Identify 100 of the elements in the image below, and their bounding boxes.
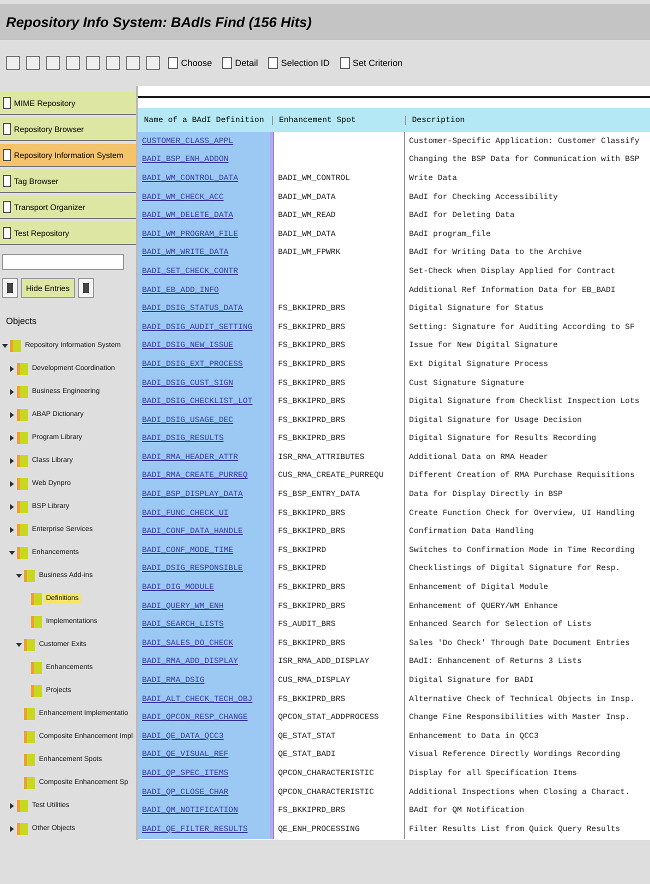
table-cell: Data for Display Directly in BSP	[409, 490, 563, 500]
folder-icon	[24, 638, 35, 650]
table-cell: FS_BKKIPRD_BRS	[278, 638, 346, 648]
table-cell: FS_BKKIPRD	[278, 564, 326, 574]
folder-icon	[17, 386, 28, 398]
table-cell: Digital Signature for Results Recording	[409, 434, 596, 444]
folder-icon	[31, 684, 42, 696]
table-cell: BAdI program_file	[409, 230, 491, 239]
table-cell: FS_BKKIPRD_BRS	[278, 602, 346, 611]
toolbar-icon[interactable]	[66, 56, 80, 70]
table-cell: Setting: Signature for Auditing According to SF	[409, 322, 635, 332]
table-cell: QE_STAT_BADI	[278, 750, 336, 760]
toolbar-button[interactable]: Selection ID	[266, 55, 332, 71]
folder-icon	[24, 708, 35, 720]
table-cell: Checklistings of Digital Signature for Resp.	[409, 564, 620, 574]
table-cell: BAdI for Writing Data to the Archive	[409, 248, 582, 258]
toolbar-icon[interactable]	[26, 56, 40, 70]
table-cell: QPCON_STAT_ADDPROCESS	[278, 713, 379, 722]
table-cell: Enhancement of Digital Module	[409, 583, 548, 592]
table-cell: Changing the BSP Data for Communication with BSP	[409, 155, 640, 164]
toolbar-icon[interactable]	[146, 56, 160, 70]
toolbar-icon[interactable]	[86, 56, 100, 70]
table-cell: FS_BKKIPRD_BRS	[278, 583, 346, 592]
table-cell: CUS_RMA_CREATE_PURREQU	[278, 471, 384, 480]
table-cell: QPCON_CHARACTERISTIC	[278, 768, 374, 778]
table-cell: Additional Ref Information Data for EB_BADI	[409, 286, 616, 295]
toolbar-icon[interactable]	[46, 56, 60, 70]
table-cell: BADI_WM_FPWRK	[278, 248, 340, 258]
folder-icon	[17, 454, 28, 466]
table-cell: FS_BKKIPRD_BRS	[278, 341, 346, 350]
folder-icon	[17, 800, 28, 812]
table-cell: BADI_WM_CONTROL	[278, 174, 350, 183]
table-cell: Alternative Check of Technical Objects in Insp.	[409, 694, 635, 704]
toolbar-button[interactable]: Choose	[166, 55, 214, 71]
table-cell: ISR_RMA_ADD_DISPLAY	[278, 657, 370, 666]
folder-icon	[24, 570, 35, 582]
table-cell: Filter Results List from Quick Query Results	[409, 824, 620, 834]
table-cell: Visual Reference Directly Wordings Recording	[409, 750, 620, 760]
folder-icon	[24, 776, 35, 788]
table-cell: Additional Inspections when Closing a Charact.	[409, 788, 630, 797]
table-cell: Enhancement to Data in QCC3	[409, 732, 539, 741]
table-cell: FS_BKKIPRD_BRS	[278, 322, 346, 332]
input-field[interactable]	[2, 254, 124, 270]
table-cell: FS_BKKIPRD_BRS	[278, 397, 346, 406]
filter-button[interactable]: Hide Entries	[21, 278, 75, 298]
down-button[interactable]	[78, 278, 94, 298]
folder-icon	[17, 362, 28, 374]
table-cell: FS_AUDIT_BRS	[278, 620, 336, 630]
table-cell: Create Function Check for Overview, UI Handling	[409, 508, 635, 518]
table-cell: BADI_WM_DATA	[278, 230, 336, 239]
up-down-button[interactable]	[2, 278, 18, 298]
table-cell: FS_BKKIPRD_BRS	[278, 416, 346, 425]
folder-icon	[17, 546, 28, 558]
column-header[interactable]: Description	[405, 116, 650, 124]
folder-icon	[17, 432, 28, 444]
folder-icon	[17, 478, 28, 490]
table-cell: Switches to Confirmation Mode in Time Recording	[409, 546, 635, 555]
folder-icon	[17, 500, 28, 512]
folder-icon	[10, 340, 21, 352]
table-cell: Cust Signature Signature	[409, 378, 524, 388]
table-cell: BADI_WM_READ	[278, 211, 336, 220]
table-cell: BAdI: Enhancement of Returns 3 Lists	[409, 657, 582, 666]
folder-icon	[24, 730, 35, 742]
column-header[interactable]: Name of a BAdI Definition	[138, 116, 272, 124]
table-cell: BAdI for Checking Accessibility	[409, 192, 558, 202]
navigation-item[interactable]: Repository Information System	[0, 144, 136, 167]
table-cell: QPCON_CHARACTERISTIC	[278, 788, 374, 797]
toolbar-icon[interactable]	[106, 56, 120, 70]
toolbar-icon[interactable]	[126, 56, 140, 70]
table-cell: QE_STAT_STAT	[278, 732, 336, 741]
table-cell: Ext Digital Signature Process	[409, 360, 548, 369]
table-cell: FS_BKKIPRD_BRS	[278, 378, 346, 388]
folder-icon	[17, 408, 28, 420]
table-cell: Write Data	[409, 174, 458, 183]
navigation-item[interactable]: Test Repository	[0, 222, 136, 245]
window-title: Repository Info System: BAdIs Find (156 Hits)	[6, 14, 312, 30]
navigation-item[interactable]: Repository Browser	[0, 118, 136, 141]
table-cell: Additional Data on RMA Header	[409, 452, 548, 462]
navigation-item[interactable]: MIME Repository	[0, 92, 136, 115]
table-cell: Confirmation Data Handling	[409, 527, 534, 536]
folder-icon	[24, 754, 35, 766]
table-cell: Set-Check when Display Applied for Contract	[409, 266, 616, 276]
navigation-item[interactable]: Transport Organizer	[0, 196, 136, 219]
table-cell: Digital Signature from Checklist Inspection Lots	[409, 397, 640, 406]
folder-icon	[17, 822, 28, 834]
toolbar-button[interactable]: Detail	[220, 55, 260, 71]
table-cell: ISR_RMA_ATTRIBUTES	[278, 452, 364, 462]
toolbar-button[interactable]: Set Criterion	[338, 55, 405, 71]
table-cell: FS_BSP_ENTRY_DATA	[278, 490, 360, 500]
table-cell: Enhancement of QUERY/WM Enhance	[409, 602, 558, 611]
column-header[interactable]: Enhancement Spot	[272, 116, 405, 124]
table-cell: BAdI for QM Notification	[409, 806, 524, 816]
table-cell: BADI_WM_DATA	[278, 192, 336, 202]
table-cell: FS_BKKIPRD_BRS	[278, 360, 346, 369]
table-cell: BAdI for Deleting Data	[409, 211, 515, 220]
navigation-item[interactable]: Tag Browser	[0, 170, 136, 193]
table-cell: Digital Signature for Status	[409, 304, 544, 314]
folder-icon	[31, 592, 42, 604]
toolbar-icon[interactable]	[6, 56, 20, 70]
table-cell: FS_BKKIPRD_BRS	[278, 527, 346, 536]
